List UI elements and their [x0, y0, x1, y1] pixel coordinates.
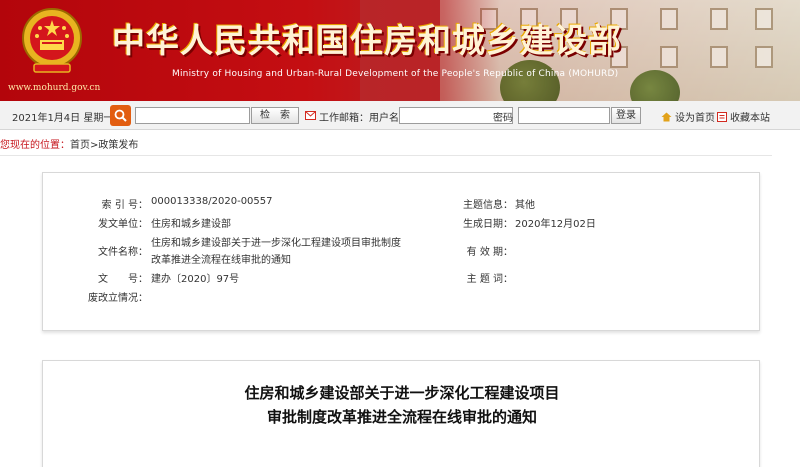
breadcrumb-label: 您现在的位置：: [0, 140, 70, 151]
search-input[interactable]: [135, 107, 250, 124]
header-banner: www.mohurd.gov.cn 中华人民共和国住房和城乡建设部 Minist…: [0, 0, 800, 101]
password-input[interactable]: [518, 107, 610, 124]
issuer-label: 发文单位：: [98, 219, 148, 230]
set-homepage-link[interactable]: 设为首页: [661, 109, 715, 124]
issue-date-label: 生成日期：: [463, 219, 513, 230]
search-button[interactable]: 检 索: [251, 107, 299, 124]
search-icon-button[interactable]: [110, 105, 131, 126]
login-button[interactable]: 登录: [611, 107, 641, 124]
breadcrumb-path[interactable]: 首页>政策发布: [70, 140, 138, 151]
site-title-english: Ministry of Housing and Urban-Rural Deve…: [172, 69, 619, 79]
current-date: 2021年1月4日 星期一: [12, 113, 114, 124]
article-title-line2: 审批制度改革推进全流程在线审批的通知: [266, 408, 537, 426]
mail-icon: [305, 111, 316, 120]
issuer-value: 住房和城乡建设部: [151, 219, 231, 230]
status-label: 废改立情况：: [88, 293, 148, 304]
document-info-card: 索 引 号： 000013338/2020-00557 主题信息： 其他 发文单…: [42, 172, 760, 331]
index-no-value: 000013338/2020-00557: [151, 196, 273, 207]
doc-no-label: 文 号：: [98, 274, 148, 285]
topic-info-label: 主题信息：: [463, 200, 513, 211]
breadcrumb: 您现在的位置：首页>政策发布: [0, 136, 138, 151]
issue-date-value: 2020年12月02日: [515, 219, 596, 230]
validity-label: 有 效 期：: [466, 247, 513, 258]
index-no-label: 索 引 号：: [101, 200, 148, 211]
article-card: 住房和城乡建设部关于进一步深化工程建设项目 审批制度改革推进全流程在线审批的通知: [42, 360, 760, 467]
national-emblem-icon: [22, 8, 82, 73]
article-title-line1: 住房和城乡建设部关于进一步深化工程建设项目: [244, 384, 560, 402]
home-icon: [661, 112, 672, 121]
work-email-label: 工作邮箱：用户名: [319, 113, 399, 124]
doc-name-label: 文件名称：: [98, 247, 148, 258]
article-title: 住房和城乡建设部关于进一步深化工程建设项目 审批制度改革推进全流程在线审批的通知: [43, 381, 761, 429]
add-favorite-link[interactable]: 收藏本站: [717, 109, 770, 124]
password-label: 密码: [493, 113, 513, 124]
doc-no-value: 建办〔2020〕97号: [151, 274, 240, 285]
doc-name-value-line1: 住房和城乡建设部关于进一步深化工程建设项目审批制度: [151, 238, 401, 249]
search-icon: [114, 109, 127, 122]
topic-info-value: 其他: [515, 200, 535, 211]
bookmark-icon: [717, 111, 727, 122]
site-url: www.mohurd.gov.cn: [8, 83, 101, 93]
top-toolbar: 2021年1月4日 星期一 检 索 工作邮箱：用户名 密码 登录 设为首页 收藏…: [0, 101, 800, 130]
subject-words-label: 主 题 词：: [466, 274, 513, 285]
site-title: 中华人民共和国住房和城乡建设部: [112, 21, 622, 60]
doc-name-value-line2: 改革推进全流程在线审批的通知: [151, 255, 291, 266]
set-homepage-label: 设为首页: [675, 113, 715, 124]
divider: [0, 155, 772, 156]
add-favorite-label: 收藏本站: [730, 113, 770, 124]
